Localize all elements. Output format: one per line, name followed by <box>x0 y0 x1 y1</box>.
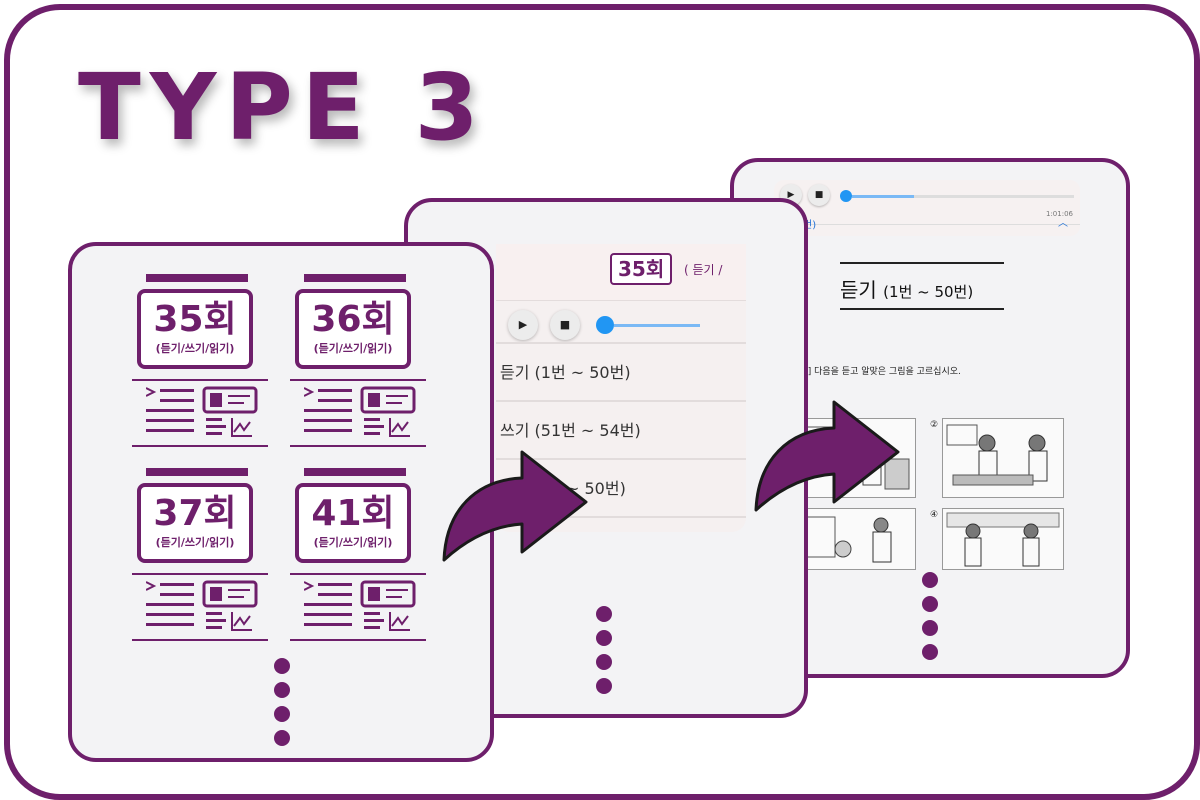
section-title-range: (1번 ~ 50번) <box>883 283 974 301</box>
card-bar <box>304 468 406 476</box>
seek-handle[interactable] <box>596 316 614 334</box>
list-icon <box>304 581 352 626</box>
more-dots <box>922 572 938 668</box>
section-title: 듣기 (1번 ~ 50번) <box>840 274 973 303</box>
stop-icon[interactable]: ■ <box>808 184 830 206</box>
card-bar <box>146 274 248 282</box>
card-bar <box>304 274 406 282</box>
list-icon <box>304 387 352 432</box>
seek-track[interactable] <box>614 324 700 327</box>
exam-number: 36회 <box>311 299 395 340</box>
sketch-icon <box>946 424 1048 486</box>
sketch-icon <box>946 512 1060 567</box>
exam-number-box: 36회 (듣기/쓰기/읽기) <box>295 289 411 369</box>
exam-list-panel: 35회 (듣기/쓰기/읽기) 36회 (듣기/쓰기/읽기) 37회 (듣기/쓰기… <box>68 242 494 762</box>
play-icon[interactable]: ▶ <box>508 310 538 340</box>
arrow-right-icon <box>442 450 588 562</box>
edit-board-icon <box>202 386 258 437</box>
page-title: TYPE 3 <box>78 54 488 161</box>
header-subtitle: ( 듣기 / <box>684 263 723 277</box>
exam-number-badge: 35회 <box>610 253 673 285</box>
exam-card-35[interactable]: 35회 (듣기/쓰기/읽기) <box>132 274 268 450</box>
seek-track[interactable] <box>852 195 914 198</box>
more-dots <box>274 658 290 754</box>
seek-handle[interactable] <box>840 190 852 202</box>
exam-number: 37회 <box>153 493 237 534</box>
exam-header: 35회 ( 듣기 / <box>496 244 746 301</box>
exam-number-box: 35회 (듣기/쓰기/읽기) <box>137 289 253 369</box>
exam-subtitle: (듣기/쓰기/읽기) <box>155 535 235 549</box>
list-icon <box>146 581 194 626</box>
exam-number: 41회 <box>311 493 395 534</box>
title-rule-top <box>840 262 1004 264</box>
menu-item-listening[interactable]: 듣기 (1번 ~ 50번) <box>496 342 746 400</box>
exam-number-box: 37회 (듣기/쓰기/읽기) <box>137 483 253 563</box>
title-rule-bottom <box>840 308 1004 310</box>
stop-icon[interactable]: ■ <box>550 310 580 340</box>
edit-board-icon <box>202 580 258 631</box>
seek-track-rest <box>914 195 1074 198</box>
list-icon <box>146 387 194 432</box>
more-dots <box>596 606 612 702</box>
edit-board-icon <box>360 386 416 437</box>
option-picture-2[interactable] <box>942 418 1064 498</box>
exam-number: 35회 <box>153 299 237 340</box>
exam-subtitle: (듣기/쓰기/읽기) <box>313 535 393 549</box>
option-picture-4[interactable] <box>942 508 1064 570</box>
chevron-up-icon[interactable]: ︿ <box>1058 214 1068 229</box>
option-number: ④ <box>930 510 939 520</box>
exam-card-41[interactable]: 41회 (듣기/쓰기/읽기) <box>290 468 426 644</box>
card-bar <box>146 468 248 476</box>
question-text: 3] 다음을 듣고 알맞은 그림을 고르십시오. <box>802 367 961 377</box>
edit-board-icon <box>360 580 416 631</box>
divider <box>774 224 1080 225</box>
option-number: ② <box>930 420 939 430</box>
section-title-text: 듣기 <box>840 278 877 302</box>
arrow-right-icon <box>754 400 900 512</box>
exam-card-36[interactable]: 36회 (듣기/쓰기/읽기) <box>290 274 426 450</box>
exam-card-37[interactable]: 37회 (듣기/쓰기/읽기) <box>132 468 268 644</box>
exam-subtitle: (듣기/쓰기/읽기) <box>155 341 235 355</box>
audio-player-bar: ▶ ■ 1:01:06 <box>774 180 1080 236</box>
exam-number-box: 41회 (듣기/쓰기/읽기) <box>295 483 411 563</box>
exam-subtitle: (듣기/쓰기/읽기) <box>313 341 393 355</box>
